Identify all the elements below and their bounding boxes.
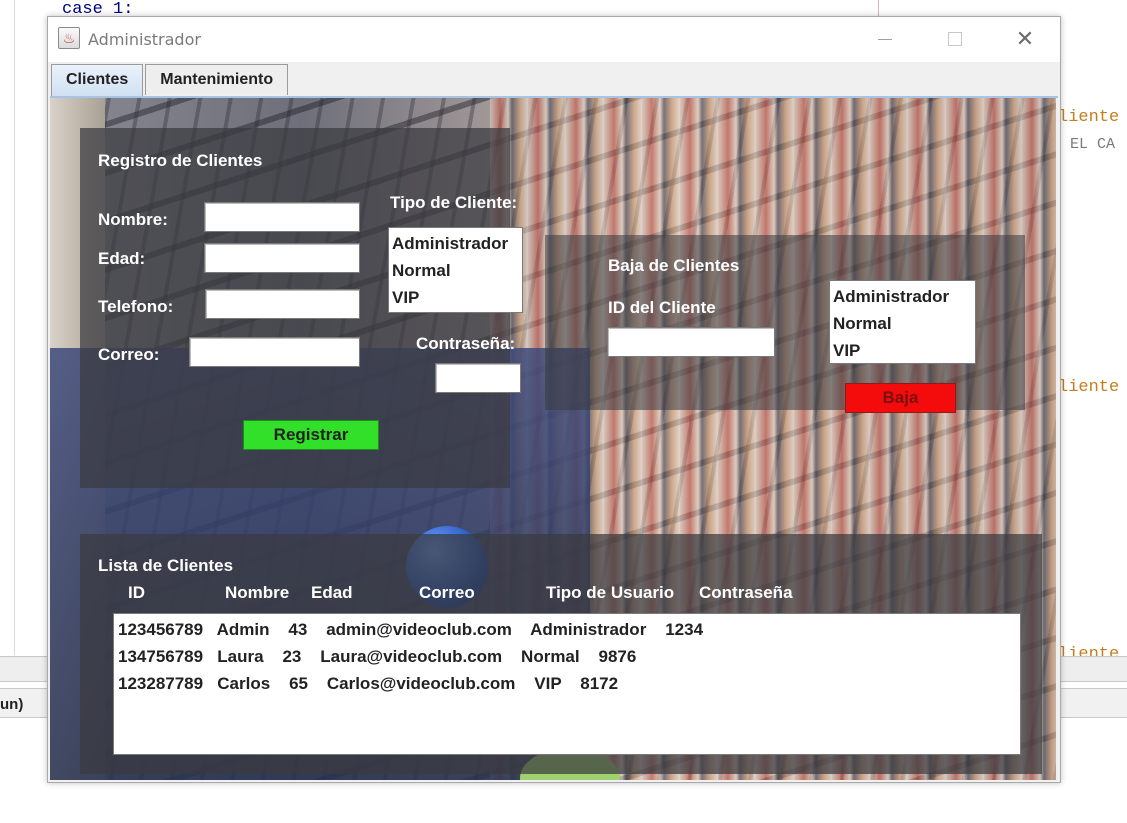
ide-code-fragment: EL CA — [1070, 136, 1116, 153]
baja-button[interactable]: Baja — [845, 383, 956, 413]
clientes-panel: Registro de Clientes Nombre: Edad: Telef… — [50, 98, 1056, 780]
list-item[interactable]: Administrador — [833, 283, 972, 310]
list-item: 123287789 Carlos 65 Carlos@videoclub.com… — [118, 674, 619, 693]
edad-field[interactable] — [204, 243, 360, 273]
baja-heading: Baja de Clientes — [608, 256, 740, 275]
ide-run-tab-label[interactable]: un) — [0, 696, 23, 713]
list-item[interactable]: VIP — [392, 284, 519, 311]
ide-code-fragment: liente — [1058, 108, 1120, 127]
registrar-button[interactable]: Registrar — [243, 420, 379, 450]
id-cliente-label: ID del Cliente — [608, 298, 716, 317]
nombre-label: Nombre: — [98, 210, 168, 229]
list-item: 123456789 Admin 43 admin@videoclub.com A… — [118, 620, 704, 639]
column-header: Edad — [311, 583, 353, 602]
column-header: ID — [128, 583, 145, 602]
admin-window: ♨ Administrador ✕ Clientes Mantenimiento… — [47, 16, 1061, 783]
minimize-button[interactable] — [862, 23, 908, 55]
list-item[interactable]: Administrador — [392, 230, 519, 257]
baja-tipo-list[interactable]: Administrador Normal VIP — [829, 280, 976, 364]
title-bar[interactable]: ♨ Administrador ✕ — [48, 17, 1060, 62]
minimize-icon — [878, 38, 892, 40]
close-button[interactable]: ✕ — [1002, 23, 1048, 55]
lista-heading: Lista de Clientes — [98, 556, 234, 575]
list-item: 134756789 Laura 23 Laura@videoclub.com N… — [118, 647, 637, 666]
close-icon: ✕ — [1015, 26, 1035, 52]
registro-heading: Registro de Clientes — [98, 151, 263, 170]
password-field[interactable] — [435, 363, 521, 393]
java-cup-icon: ♨ — [58, 27, 80, 49]
list-item[interactable]: Normal — [392, 257, 519, 284]
tipo-cliente-label: Tipo de Cliente: — [390, 193, 518, 212]
tab-strip: Clientes Mantenimiento — [51, 64, 290, 97]
window-title: Administrador — [88, 30, 201, 49]
nombre-field[interactable] — [204, 202, 360, 232]
telefono-label: Telefono: — [98, 297, 174, 316]
clientes-text-area[interactable]: 123456789 Admin 43 admin@videoclub.com A… — [113, 613, 1021, 755]
edad-label: Edad: — [98, 249, 146, 268]
ide-code-fragment: liente — [1058, 378, 1120, 397]
column-header: Correo — [419, 583, 475, 602]
tipo-cliente-list[interactable]: Administrador Normal VIP — [388, 227, 523, 313]
column-header: Tipo de Usuario — [546, 583, 675, 602]
tab-mantenimiento[interactable]: Mantenimiento — [145, 64, 289, 95]
list-item[interactable]: Normal — [833, 310, 972, 337]
telefono-field[interactable] — [205, 289, 360, 319]
id-cliente-field[interactable] — [607, 327, 775, 357]
maximize-button[interactable] — [932, 23, 978, 55]
tab-clientes[interactable]: Clientes — [51, 64, 144, 97]
maximize-icon — [948, 32, 962, 46]
ide-gutter-line — [14, 0, 15, 655]
column-header: Nombre — [225, 583, 290, 602]
list-item[interactable]: VIP — [833, 337, 972, 364]
correo-field[interactable] — [189, 337, 360, 367]
column-header: Contraseña — [699, 583, 793, 602]
password-label: Contraseña: — [416, 334, 516, 353]
correo-label: Correo: — [98, 345, 160, 364]
